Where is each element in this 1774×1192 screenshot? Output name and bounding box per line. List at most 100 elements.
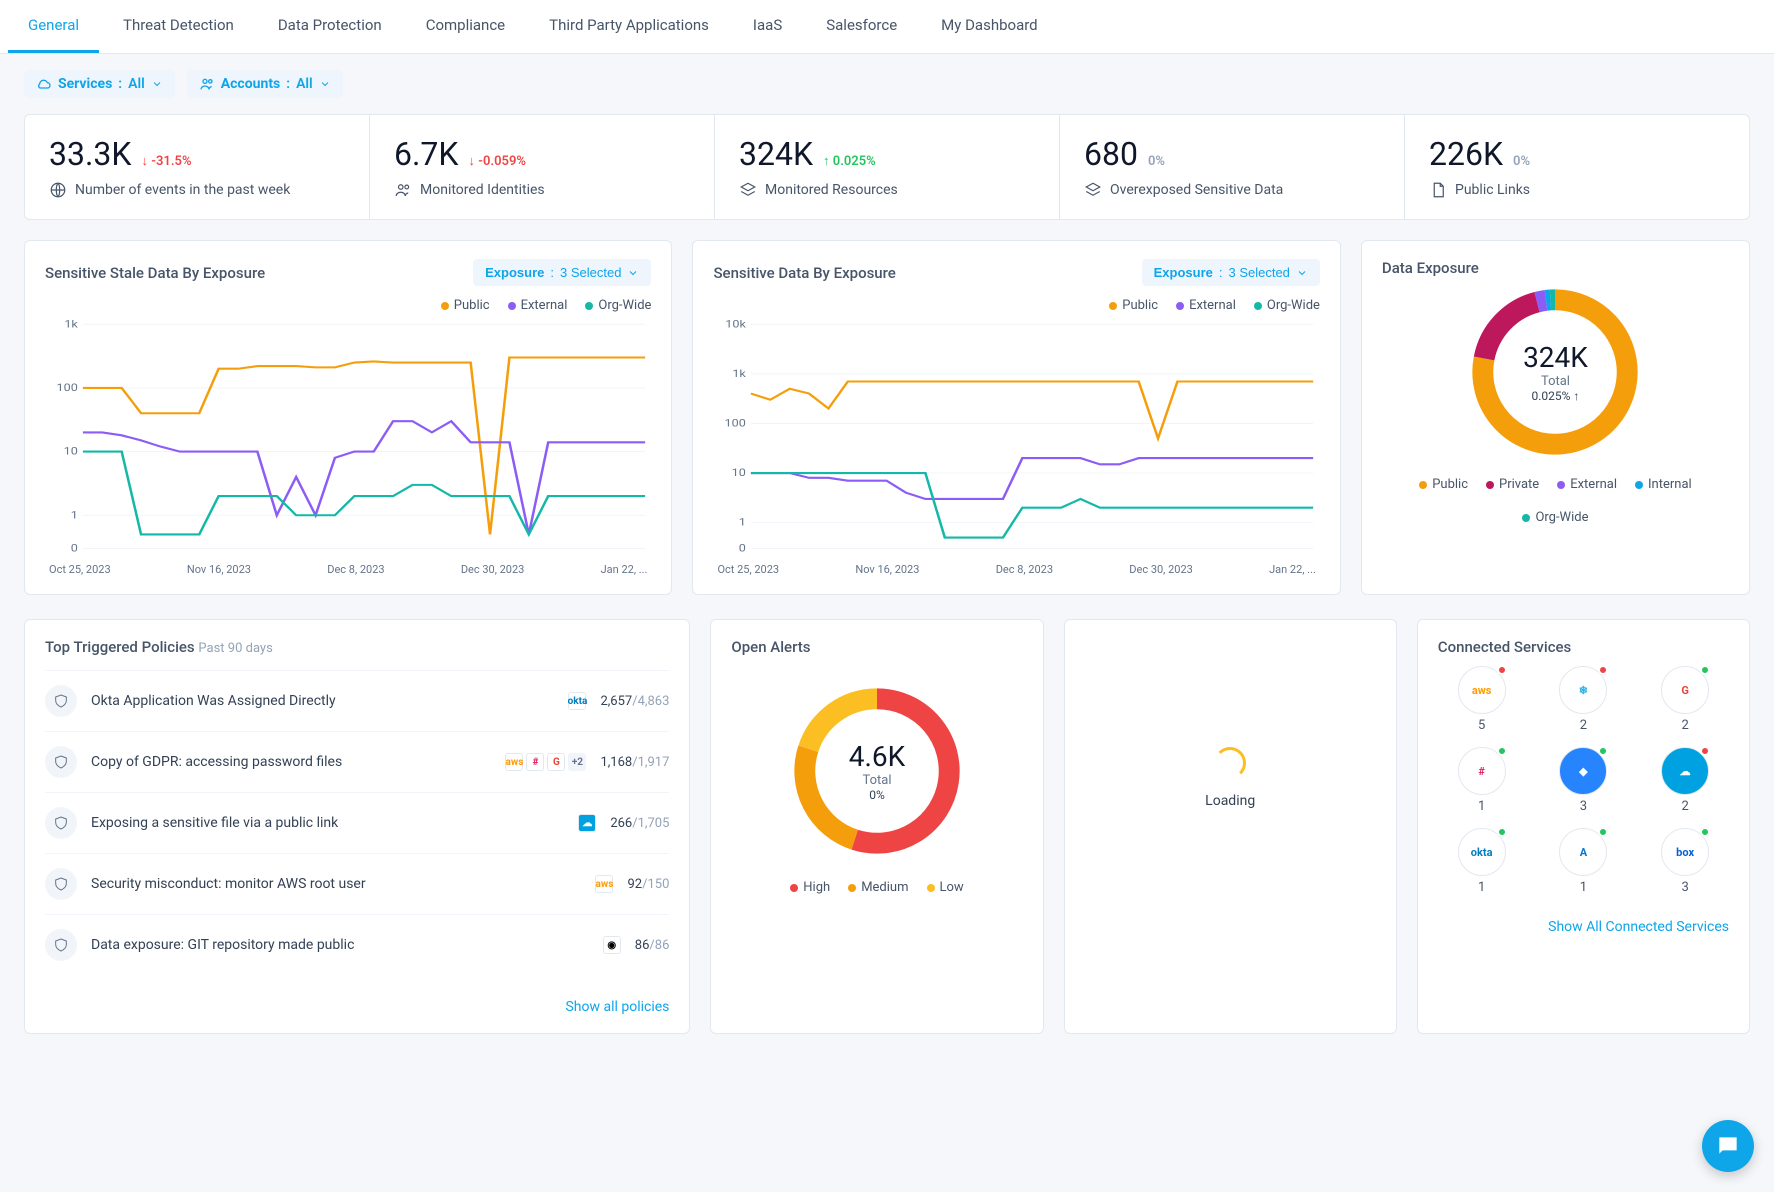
svg-text:1: 1 [739,516,746,529]
box-icon: box [1661,828,1709,876]
tab-my-dashboard[interactable]: My Dashboard [921,0,1057,53]
kpi-card[interactable]: 226K0% Public Links [1405,115,1749,219]
card-title: Sensitive Data By Exposure [713,264,895,282]
chevron-down-icon [1296,267,1308,279]
service-azure[interactable]: A1 [1540,828,1628,895]
service-count: 2 [1580,718,1587,733]
policy-row[interactable]: Security misconduct: monitor AWS root us… [45,853,669,914]
exposure-filter-btn[interactable]: Exposure: 3 Selected [1142,259,1320,286]
policy-row[interactable]: Exposing a sensitive file via a public l… [45,792,669,853]
policy-name: Data exposure: GIT repository made publi… [91,937,589,953]
donut-chart: 4.6K Total 0% [782,676,972,866]
kpi-value: 33.3K [49,135,131,173]
policy-row[interactable]: Okta Application Was Assigned Directly o… [45,670,669,731]
legend-item: Org-Wide [1522,510,1588,525]
card-sensitive-data: Sensitive Data By Exposure Exposure: 3 S… [692,240,1340,595]
services-label: Services [58,76,112,92]
service-count: 3 [1681,880,1688,895]
tab-iaas[interactable]: IaaS [733,0,802,53]
show-all-services-link[interactable]: Show All Connected Services [1438,919,1729,935]
file-icon [1429,181,1447,199]
card-title: Sensitive Stale Data By Exposure [45,264,265,282]
kpi-card[interactable]: 324K ↑ 0.025% Monitored Resources [715,115,1060,219]
donut-delta: 0% [869,788,885,802]
shield-icon [45,807,77,839]
loading-label: Loading [1205,793,1255,809]
svg-text:10: 10 [64,445,78,458]
tab-general[interactable]: General [8,0,99,53]
policy-row[interactable]: Data exposure: GIT repository made publi… [45,914,669,975]
card-connected-services: Connected Services aws5❄2G2#1◆3☁2okta1A1… [1417,619,1750,1034]
svg-text:1k: 1k [733,367,747,380]
kpi-value: 6.7K [394,135,458,173]
card-policies: Top Triggered Policies Past 90 days Okta… [24,619,690,1034]
layers-icon [1084,181,1102,199]
line-chart: 01101001k [45,319,651,559]
service-okta[interactable]: okta1 [1438,828,1526,895]
chat-fab[interactable] [1702,1120,1754,1172]
slack-icon: # [526,753,544,771]
policy-apps: ◉ [603,936,621,954]
service-snowflake[interactable]: ❄2 [1540,666,1628,733]
tab-threat-detection[interactable]: Threat Detection [103,0,254,53]
aws-icon: aws [1458,666,1506,714]
kpi-card[interactable]: 6.7K↓ -0.059% Monitored Identities [370,115,715,219]
kpi-card[interactable]: 33.3K↓ -31.5% Number of events in the pa… [25,115,370,219]
card-title: Open Alerts [731,638,1022,656]
kpi-value: 324K [739,135,813,173]
line-chart: 01101001k10k [713,319,1319,559]
card-stale-data: Sensitive Stale Data By Exposure Exposur… [24,240,672,595]
x-axis-labels: Oct 25, 2023Nov 16, 2023Dec 8, 2023Dec 3… [713,559,1319,576]
service-count: 3 [1580,799,1587,814]
service-slack[interactable]: #1 [1438,747,1526,814]
legend-item: External [1557,477,1617,492]
kpi-card[interactable]: 6800% Overexposed Sensitive Data [1060,115,1405,219]
card-title: Top Triggered Policies Past 90 days [45,638,669,656]
policy-row[interactable]: Copy of GDPR: accessing password files a… [45,731,669,792]
kpi-delta: ↑ 0.025% [823,153,876,169]
salesforce-icon: ☁ [578,814,596,832]
azure-icon: A [1559,828,1607,876]
services-filter[interactable]: Services: All [24,70,175,98]
kpi-row: 33.3K↓ -31.5% Number of events in the pa… [24,114,1750,220]
legend-item: Org-Wide [585,298,651,313]
legend-item: External [508,298,568,313]
service-jira[interactable]: ◆3 [1540,747,1628,814]
service-aws[interactable]: aws5 [1438,666,1526,733]
svg-text:1: 1 [71,508,78,521]
tab-compliance[interactable]: Compliance [406,0,525,53]
service-salesforce[interactable]: ☁2 [1641,747,1729,814]
legend-item: Internal [1635,477,1692,492]
tab-third-party-applications[interactable]: Third Party Applications [529,0,729,53]
shield-icon [45,685,77,717]
service-google[interactable]: G2 [1641,666,1729,733]
tab-data-protection[interactable]: Data Protection [258,0,402,53]
accounts-filter[interactable]: Accounts: All [187,70,343,98]
shield-icon [45,929,77,961]
legend-item: Public [441,298,490,313]
kpi-delta: ↓ -0.059% [468,153,526,169]
donut-label: Total [862,773,891,788]
users-icon [199,76,215,92]
shield-icon [45,868,77,900]
exposure-filter-btn[interactable]: Exposure: 3 Selected [473,259,651,286]
services-value: All [128,76,145,92]
svg-text:10k: 10k [726,319,747,330]
cloud-icon [36,76,52,92]
service-count: 2 [1681,799,1688,814]
salesforce-icon: ☁ [1661,747,1709,795]
card-data-exposure: Data Exposure 324K Total 0.025% ↑ Public… [1361,240,1750,595]
service-box[interactable]: box 3 [1641,828,1729,895]
kpi-label: Overexposed Sensitive Data [1110,182,1283,198]
legend-item: Org-Wide [1254,298,1320,313]
okta-icon: okta [568,692,586,710]
tab-salesforce[interactable]: Salesforce [806,0,917,53]
service-count: 1 [1580,880,1587,895]
policy-apps: okta [568,692,586,710]
show-all-policies-link[interactable]: Show all policies [45,999,669,1015]
card-title: Data Exposure [1382,259,1729,277]
kpi-label: Monitored Resources [765,182,898,198]
more-apps: +2 [568,753,586,771]
kpi-label: Number of events in the past week [75,182,290,198]
policy-apps: aws#G+2 [505,753,586,771]
